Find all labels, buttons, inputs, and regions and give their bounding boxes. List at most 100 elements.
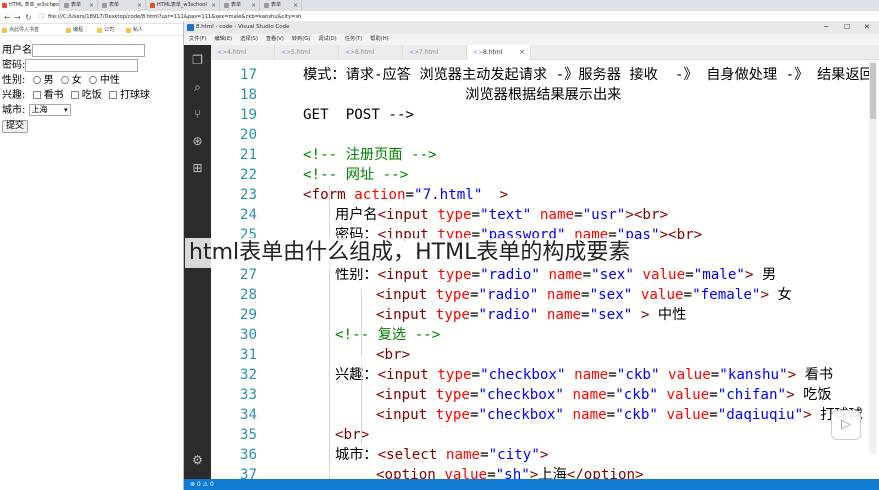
tab-favicon-icon — [264, 3, 269, 8]
source-control-icon[interactable]: ⑂ — [190, 107, 205, 122]
close-icon[interactable]: × — [251, 0, 256, 11]
scrollbar-thumb[interactable] — [870, 63, 876, 119]
code-token: <input — [377, 367, 438, 383]
menu-item[interactable]: 文件(F) — [189, 34, 206, 45]
hobby-option-label: 打球球 — [119, 90, 150, 101]
vscode-title-bar: 8.html - code - Visual Studio Code ─ ☐ ✕ — [184, 21, 879, 34]
code-token: 模式：请求-应答 浏览器主动发起请求 -》服务器 接收 -》 自身做处理 -》 … — [303, 67, 874, 83]
explorer-icon[interactable]: ❐ — [190, 53, 205, 68]
menu-item[interactable]: 选择(S) — [240, 34, 258, 45]
browser-tab-label: 表单 — [71, 2, 82, 8]
gender-label: 性别: — [2, 75, 26, 86]
close-icon[interactable]: × — [89, 0, 94, 11]
browser-tab[interactable]: 表单 × — [222, 0, 260, 11]
tab-favicon-icon — [150, 3, 155, 8]
code-line: 22 <!-- 网址 --> — [211, 165, 879, 185]
editor-tab-label: 5.html — [291, 49, 311, 56]
play-icon[interactable]: ▷ — [831, 410, 861, 440]
code-token: value — [666, 387, 710, 403]
menu-item[interactable]: 编辑(E) — [214, 34, 232, 45]
bookmark-item[interactable]: 私人 — [126, 25, 143, 36]
editor-tab-bar: <> 4.html <> 5.html <> 6.html <> 7.html <> 8.html… — [211, 45, 879, 60]
forward-arrow-icon[interactable]: → — [14, 12, 21, 23]
bookmark-item[interactable]: 点此导入书签 — [2, 25, 39, 36]
code-token: "checkbox" — [478, 407, 573, 423]
submit-row: 提交 — [2, 118, 150, 133]
editor-tab[interactable]: <> 4.html — [211, 45, 275, 60]
back-arrow-icon[interactable]: ← — [4, 12, 11, 23]
editor-tab-label: 7.html — [419, 49, 439, 56]
code-token: 城市： — [335, 447, 378, 463]
extensions-icon[interactable]: ⊞ — [190, 161, 205, 176]
gender-radio-neutral[interactable] — [88, 76, 97, 84]
html-file-icon: <> — [281, 49, 292, 56]
bookmark-item[interactable]: 公司 — [97, 25, 114, 36]
reload-icon[interactable]: ↻ — [25, 12, 32, 23]
username-input[interactable] — [32, 43, 145, 57]
code-text: 性别：<input type="radio" name="sex" value=… — [335, 265, 776, 285]
problems-count[interactable]: ⊗ 0 ⚠ 0 — [190, 481, 214, 488]
hobby-checkbox-ball[interactable] — [108, 91, 117, 99]
editor-tab[interactable]: <> 6.html — [339, 45, 403, 60]
minimize-icon[interactable]: ─ — [824, 21, 828, 34]
code-token: type — [437, 267, 472, 283]
code-token: 女 — [768, 287, 792, 303]
gender-radio-male[interactable] — [32, 76, 41, 84]
html-file-icon: <> — [345, 49, 356, 56]
editor-tab[interactable]: <> 5.html — [275, 45, 339, 60]
bookmark-item[interactable]: 编程 — [66, 25, 83, 36]
editor-scrollbar[interactable] — [869, 61, 877, 454]
browser-tab[interactable]: 表单 × — [100, 0, 146, 11]
code-token: <input — [376, 287, 436, 303]
browser-tab[interactable]: 表单 × — [62, 0, 98, 11]
line-number: 17 — [239, 67, 257, 83]
menu-item[interactable]: 查看(V) — [266, 34, 284, 45]
editor-tab[interactable]: <> 8.html × — [467, 45, 531, 60]
browser-tab[interactable]: HTML 表单_w3school × — [0, 0, 60, 11]
close-icon[interactable]: × — [51, 0, 56, 11]
editor-tab[interactable]: <> 7.html — [403, 45, 467, 60]
city-select-value: 上海 — [31, 105, 48, 114]
code-editor[interactable]: 17 模式：请求-应答 浏览器主动发起请求 -》服务器 接收 -》 自身做处理 -… — [211, 61, 879, 481]
password-input[interactable] — [25, 58, 139, 72]
line-number: 29 — [239, 307, 257, 323]
hobby-checkbox-eat[interactable] — [70, 91, 79, 99]
debug-icon[interactable]: ⊛ — [190, 134, 205, 149]
submit-button[interactable]: 提交 — [2, 120, 29, 133]
browser-tab-label: 表单 — [109, 2, 120, 8]
hobby-checkbox-read[interactable] — [32, 91, 41, 99]
line-number: 18 — [239, 87, 257, 103]
code-token: name — [548, 267, 583, 283]
close-icon[interactable]: × — [211, 0, 216, 11]
code-token: 浏览器根据结果展示出来 — [303, 87, 622, 103]
close-icon[interactable]: × — [293, 0, 298, 11]
city-select[interactable]: 上海 ▾ — [28, 104, 71, 116]
browser-tab[interactable]: 表单 × — [262, 0, 302, 11]
code-token: name — [546, 307, 582, 323]
code-text: <!-- 复选 --> — [335, 325, 440, 345]
gear-icon[interactable]: ⚙ — [190, 453, 205, 468]
menu-item[interactable]: 任务(T) — [345, 34, 363, 45]
menu-item[interactable]: 调试(D) — [318, 34, 336, 45]
gender-radio-female[interactable] — [60, 76, 69, 84]
code-line: 23 <form action="7.html" > — [211, 185, 879, 205]
code-token: 吃饭 — [794, 387, 832, 403]
code-token: "text" — [480, 207, 540, 223]
code-token: = — [469, 387, 479, 403]
code-line: 17 模式：请求-应答 浏览器主动发起请求 -》服务器 接收 -》 自身做处理 -… — [211, 65, 879, 85]
browser-tab[interactable]: HTML表单_w3school × — [148, 0, 220, 11]
browser-tab-label: 表单 — [231, 2, 242, 8]
close-window-icon[interactable]: ✕ — [864, 21, 870, 34]
menu-item[interactable]: 帮助(H) — [370, 34, 388, 45]
maximize-icon[interactable]: ☐ — [844, 21, 850, 34]
menu-item[interactable]: 转到(G) — [292, 34, 310, 45]
close-icon[interactable]: × — [519, 45, 525, 60]
code-token: "checkbox" — [480, 367, 575, 383]
search-icon[interactable]: ⌕ — [190, 80, 205, 95]
code-token: = — [574, 207, 583, 223]
html-file-icon: <> — [473, 49, 484, 56]
code-token: "chifan" — [717, 387, 787, 403]
username-label: 用户名 — [2, 45, 32, 56]
close-icon[interactable]: × — [137, 0, 142, 11]
code-line: 19 GET POST --> — [211, 105, 879, 125]
